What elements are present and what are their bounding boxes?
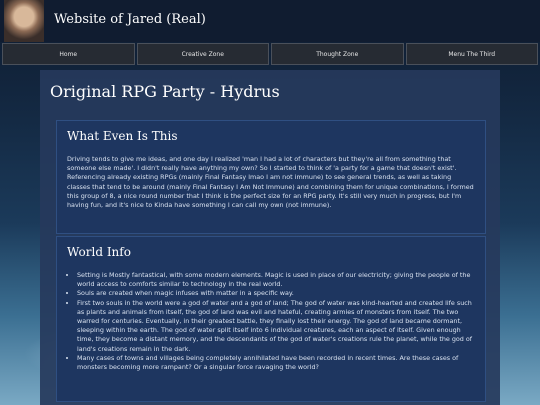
nav-bar: Home Creative Zone Thought Zone Menu The… bbox=[2, 43, 538, 65]
content-area: Original RPG Party - Hydrus What Even Is… bbox=[40, 70, 500, 405]
avatar bbox=[4, 0, 44, 42]
list-item: Many cases of towns and villages being c… bbox=[77, 354, 475, 372]
site-title: Website of Jared (Real) bbox=[54, 12, 206, 27]
nav-item-creative-zone[interactable]: Creative Zone bbox=[136, 43, 269, 65]
world-info-list: Setting is Mostly fantastical, with some… bbox=[67, 271, 475, 372]
page-title: Original RPG Party - Hydrus bbox=[50, 82, 280, 101]
nav-item-thought-zone[interactable]: Thought Zone bbox=[271, 43, 404, 65]
world-info-panel: World Info Setting is Mostly fantastical… bbox=[56, 236, 486, 402]
section-heading: What Even Is This bbox=[67, 129, 178, 143]
site-header: Website of Jared (Real) bbox=[0, 0, 540, 42]
section-heading: World Info bbox=[67, 245, 131, 259]
nav-item-home[interactable]: Home bbox=[2, 43, 135, 65]
section-body: Driving tends to give me ideas, and one … bbox=[67, 155, 474, 210]
list-item: Souls are created when magic infuses wit… bbox=[77, 289, 475, 298]
what-even-is-this-panel: What Even Is This Driving tends to give … bbox=[56, 120, 486, 234]
list-item: Setting is Mostly fantastical, with some… bbox=[77, 271, 475, 289]
nav-item-menu-the-third[interactable]: Menu The Third bbox=[405, 43, 538, 65]
list-item: First two souls in the world were a god … bbox=[77, 299, 475, 354]
